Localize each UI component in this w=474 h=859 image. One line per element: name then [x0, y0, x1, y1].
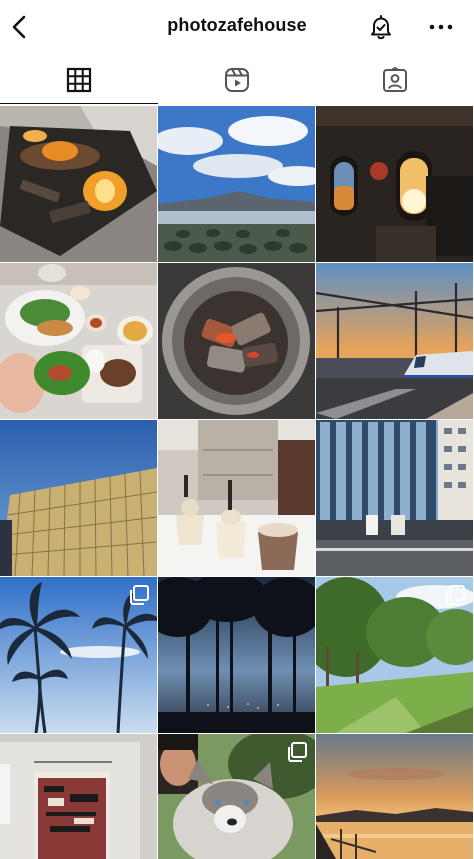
fireplace-photo: [0, 106, 157, 262]
post-thumbnail-wall-poster[interactable]: [0, 734, 157, 859]
profile-username: photozafehouse: [167, 15, 307, 35]
korean-food-photo: [0, 263, 157, 419]
post-thumbnail-train-sunset[interactable]: [316, 263, 473, 419]
reels-icon: [225, 68, 249, 92]
post-thumbnail-charcoal-grill[interactable]: [158, 263, 315, 419]
post-thumbnail-river-sunset[interactable]: [316, 734, 473, 859]
post-thumbnail-palm-trees[interactable]: [0, 577, 157, 733]
post-thumbnail-airplane-window[interactable]: [316, 106, 473, 262]
tab-tagged[interactable]: [316, 56, 474, 104]
post-thumbnail-green-park[interactable]: [316, 577, 473, 733]
post-thumbnail-fireplace[interactable]: [0, 106, 157, 262]
ice-cream-photo: [158, 420, 315, 576]
post-thumbnail-korean-food[interactable]: [0, 263, 157, 419]
more-horizontal-icon: [429, 24, 453, 30]
carousel-icon: [446, 585, 465, 605]
dior-building-photo: [0, 420, 157, 576]
profile-tabs: [0, 56, 474, 104]
posts-grid: [0, 106, 474, 859]
river-sunset-photo: [316, 734, 473, 859]
grid-icon: [66, 67, 92, 93]
carousel-icon: [288, 742, 307, 762]
carousel-icon: [130, 585, 149, 605]
office-building-photo: [316, 420, 473, 576]
more-options-button[interactable]: [426, 12, 456, 42]
post-thumbnail-tree-silhouettes[interactable]: [158, 577, 315, 733]
airplane-window-photo: [316, 106, 473, 262]
tree-silhouettes-photo: [158, 577, 315, 733]
mountain-lake-photo: [158, 106, 315, 262]
post-thumbnail-dior-building[interactable]: [0, 420, 157, 576]
charcoal-grill-photo: [158, 263, 315, 419]
post-thumbnail-ice-cream[interactable]: [158, 420, 315, 576]
notification-button[interactable]: [366, 12, 396, 42]
profile-header: photozafehouse: [0, 0, 474, 54]
post-thumbnail-husky-dog[interactable]: [158, 734, 315, 859]
tab-posts[interactable]: [0, 56, 158, 104]
post-thumbnail-office-building[interactable]: [316, 420, 473, 576]
post-thumbnail-mountain-lake[interactable]: [158, 106, 315, 262]
tagged-person-icon: [383, 66, 407, 92]
tab-reels[interactable]: [158, 56, 316, 104]
train-sunset-photo: [316, 263, 473, 419]
bell-check-icon: [371, 15, 391, 40]
wall-poster-photo: [0, 734, 157, 859]
